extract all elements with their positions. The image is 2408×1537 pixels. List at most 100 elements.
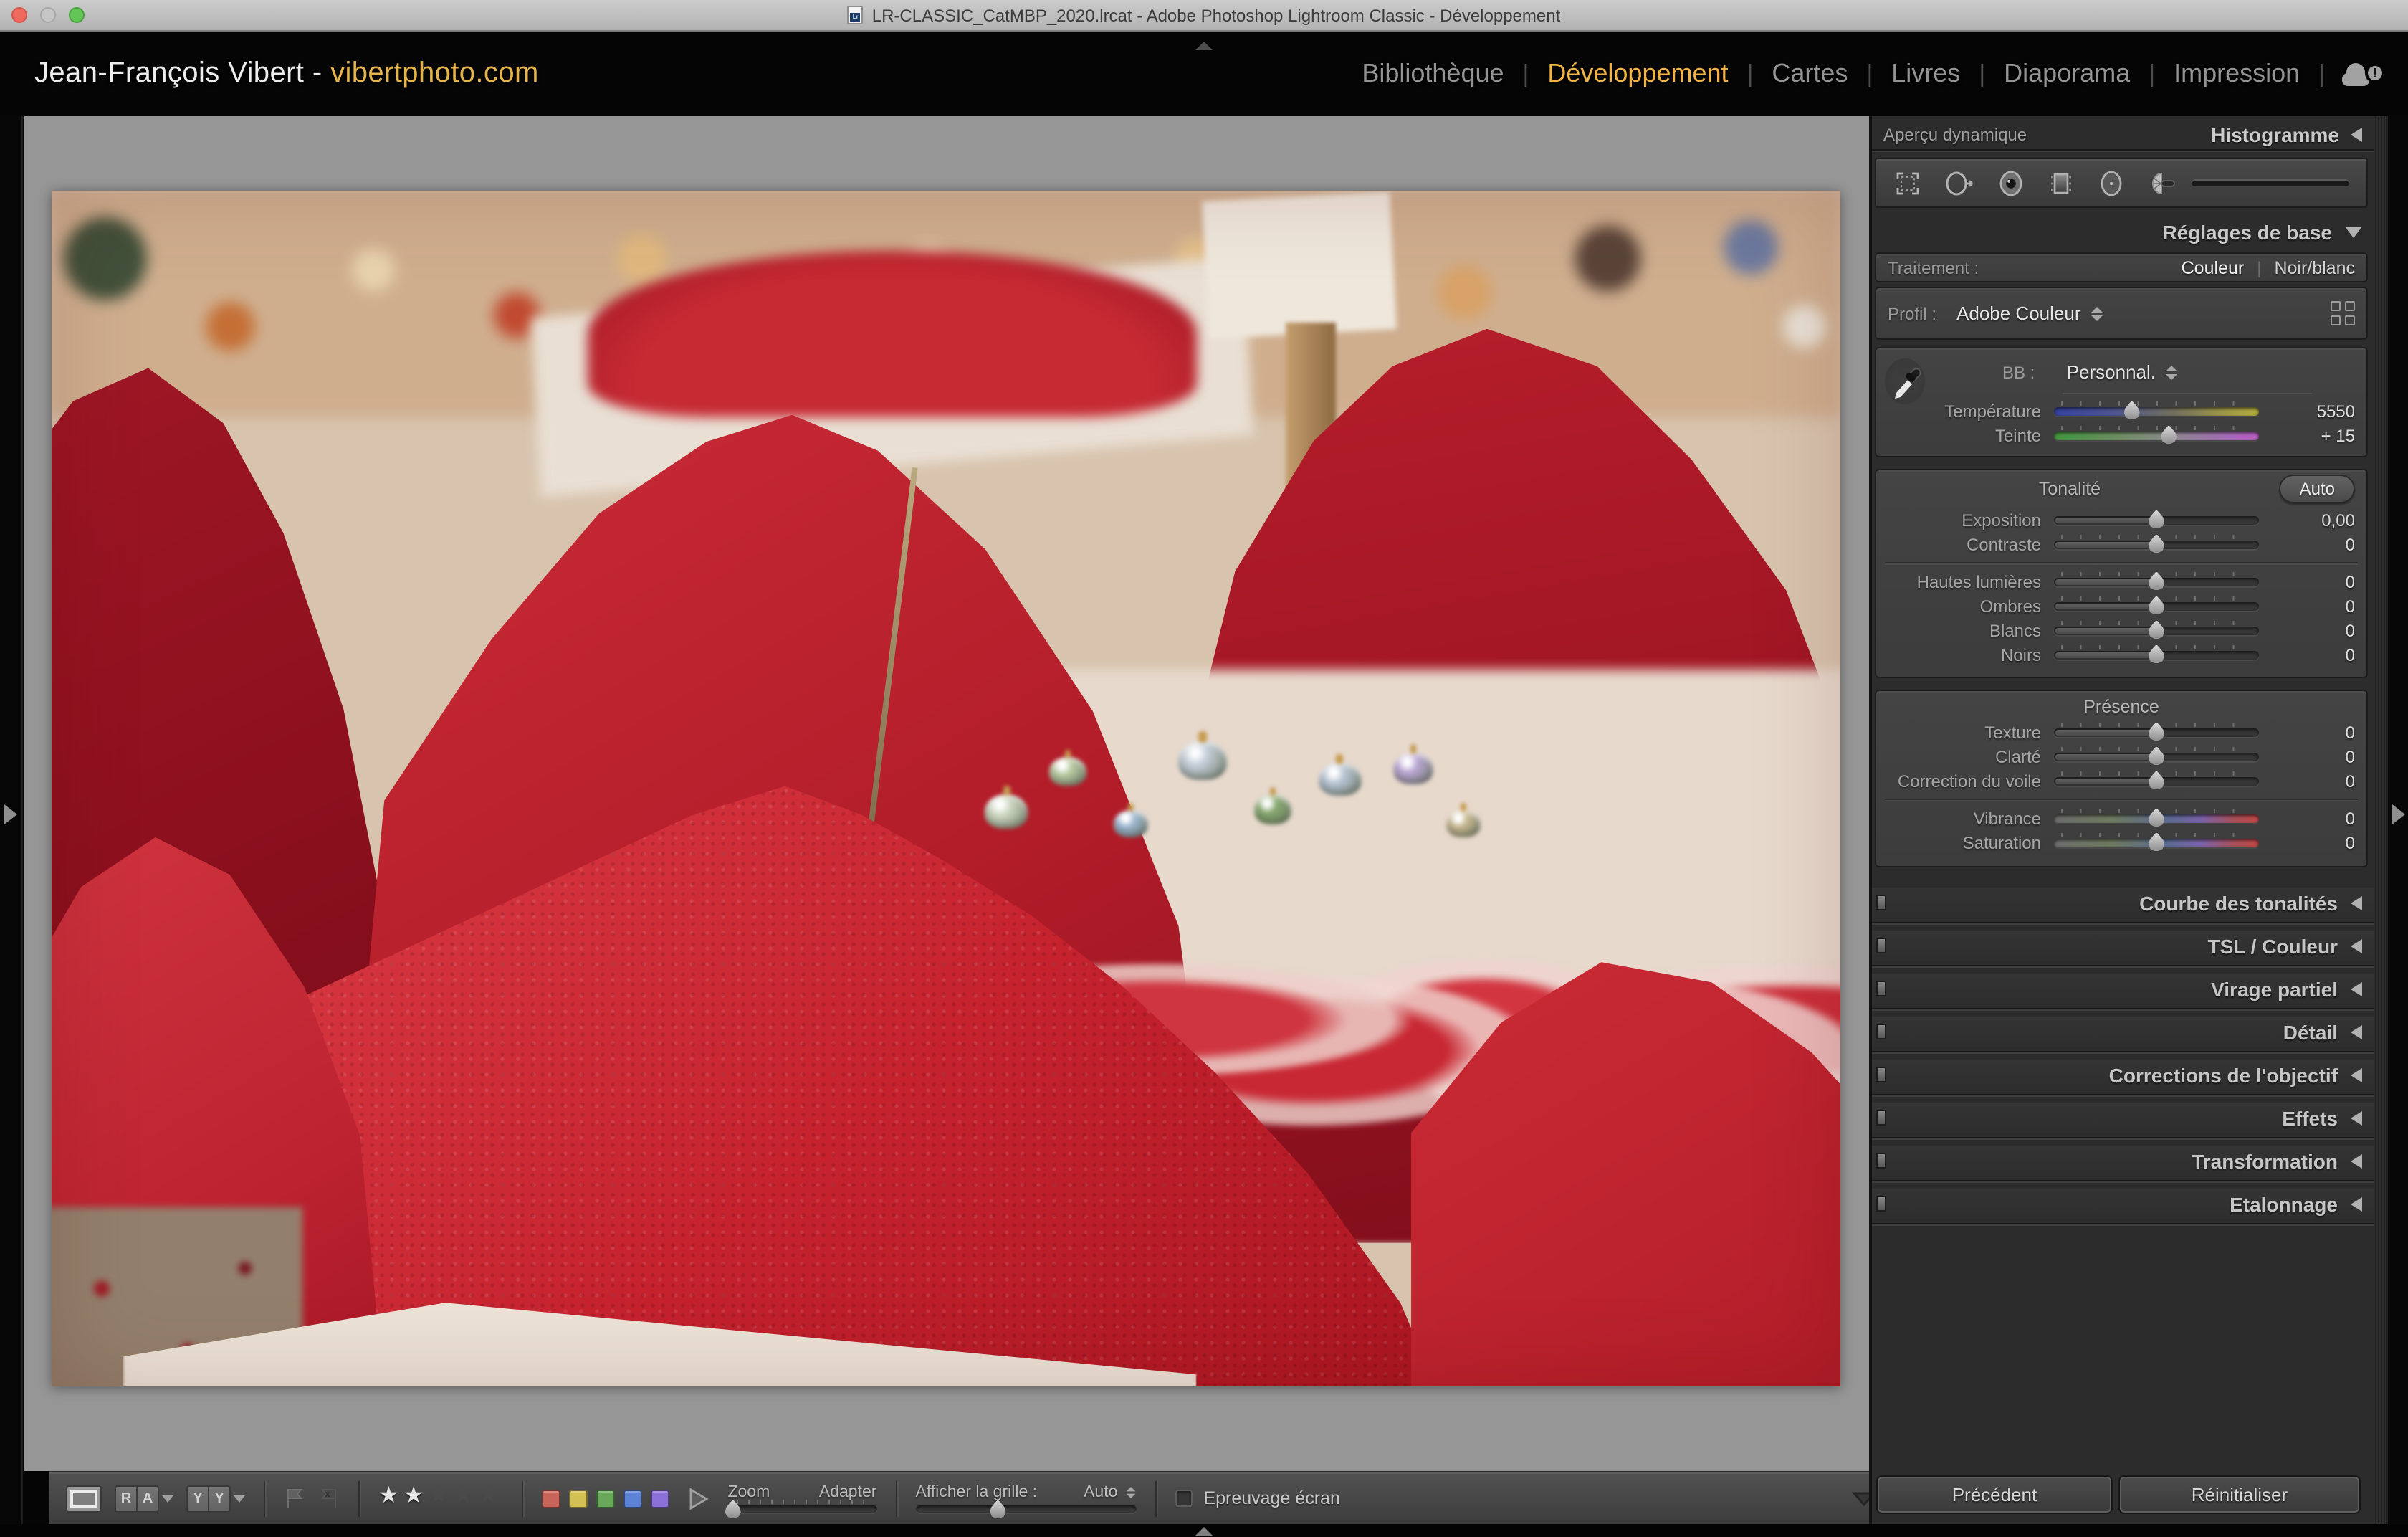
collapsed-arrow-icon[interactable] [2351, 1110, 2362, 1125]
panel-section-corrections-de-l-objectif[interactable]: Corrections de l'objectif [1872, 1060, 2374, 1090]
slider-value[interactable]: 0 [2259, 571, 2366, 591]
slider-value[interactable]: 0 [2259, 534, 2366, 554]
color-label-red[interactable] [541, 1489, 560, 1508]
slider-value[interactable]: 0 [2259, 832, 2366, 852]
slider-track[interactable] [2054, 626, 2259, 634]
panel-toggle-switch[interactable] [1876, 938, 1886, 953]
fit-label[interactable]: Adapter [819, 1484, 877, 1501]
grid-size-slider[interactable] [915, 1505, 1136, 1513]
smart-preview-status[interactable]: Aperçu dynamique [1883, 125, 2027, 145]
slider-value[interactable]: 0 [2259, 722, 2366, 742]
grid-mode-select[interactable]: Auto [1084, 1484, 1136, 1501]
spot-removal-tool-icon[interactable] [1944, 168, 1975, 197]
slider-track[interactable] [2054, 431, 2259, 439]
slider-value[interactable]: 0 [2259, 808, 2366, 828]
auto-tone-button[interactable]: Auto [2280, 475, 2355, 503]
before-after-split-button[interactable]: YY [186, 1485, 231, 1512]
collapsed-arrow-icon[interactable] [2351, 981, 2362, 996]
crop-tool-icon[interactable] [1893, 168, 1922, 197]
panel-toggle-switch[interactable] [1876, 981, 1886, 996]
histogram-header[interactable]: Aperçu dynamique Histogramme [1872, 116, 2374, 149]
slider-track[interactable] [2054, 650, 2259, 659]
slider-track[interactable] [2054, 515, 2259, 524]
color-label-green[interactable] [596, 1489, 614, 1508]
left-panel-strip[interactable] [0, 116, 23, 1524]
slider-value[interactable]: 0 [2259, 620, 2366, 640]
star-1[interactable]: ★ [378, 1484, 403, 1508]
slider-track[interactable] [2054, 540, 2259, 548]
pick-flag-icon[interactable] [284, 1488, 305, 1509]
color-label-blue[interactable] [623, 1489, 641, 1508]
sync-cloud-icon[interactable]: ! [2342, 62, 2385, 86]
panel-section-tsl-couleur[interactable]: TSL / Couleur [1872, 931, 2374, 961]
chevron-down-icon[interactable] [162, 1495, 173, 1502]
red-eye-tool-icon[interactable] [1997, 168, 2025, 197]
collapse-right-panel-arrow-icon[interactable] [2392, 804, 2405, 824]
collapsed-arrow-icon[interactable] [2351, 1024, 2362, 1039]
loupe-view-button[interactable] [66, 1485, 102, 1512]
soft-proofing-checkbox[interactable] [1175, 1490, 1192, 1507]
radial-filter-tool-icon[interactable] [2097, 168, 2126, 197]
profile-browser-grid-icon[interactable] [2331, 301, 2355, 325]
panel-section-transformation[interactable]: Transformation [1872, 1146, 2374, 1176]
module-tab-livres[interactable]: Livres [1873, 59, 1979, 89]
slider-value[interactable]: 0 [2259, 644, 2366, 665]
zoom-slider[interactable] [727, 1505, 876, 1513]
panel-scrollbar[interactable] [2374, 116, 2388, 1524]
panel-section-effets[interactable]: Effets [1872, 1103, 2374, 1133]
slider-thumb[interactable] [2149, 510, 2164, 528]
panel-section-virage-partiel[interactable]: Virage partiel [1872, 974, 2374, 1004]
panel-toggle-switch[interactable] [1876, 1024, 1886, 1039]
slider-track[interactable] [2054, 406, 2259, 415]
star-2[interactable]: ★ [403, 1484, 429, 1508]
zoom-label[interactable]: Zoom [727, 1484, 770, 1501]
collapsed-arrow-icon[interactable] [2351, 895, 2362, 910]
panel-toggle-switch[interactable] [1876, 1196, 1886, 1212]
module-tab-cartes[interactable]: Cartes [1753, 59, 1866, 89]
previous-button[interactable]: Précédent [1878, 1477, 2111, 1513]
play-slideshow-icon[interactable] [687, 1486, 709, 1510]
reset-button[interactable]: Réinitialiser [2120, 1477, 2359, 1513]
profile-updown-icon[interactable] [2091, 306, 2103, 320]
expanded-arrow-icon[interactable] [2345, 227, 2362, 238]
slider-track[interactable] [2054, 752, 2259, 761]
expand-left-panel-arrow-icon[interactable] [4, 804, 17, 824]
treatment-color-option[interactable]: Couleur [2182, 257, 2245, 277]
collapsed-arrow-icon[interactable] [2351, 1153, 2362, 1168]
slider-track[interactable] [2054, 814, 2259, 822]
panel-section-courbe-des-tonalites[interactable]: Courbe des tonalités [1872, 888, 2374, 918]
adjustment-brush-tool-icon[interactable] [2147, 168, 2179, 197]
slider-value[interactable]: 5550 [2259, 401, 2366, 421]
fullscreen-window-button[interactable] [69, 7, 85, 23]
panel-toggle-switch[interactable] [1876, 895, 1886, 910]
color-label-yellow[interactable] [568, 1489, 587, 1508]
slider-track[interactable] [2054, 577, 2259, 586]
chevron-down-icon[interactable] [234, 1495, 245, 1502]
photo-canvas[interactable] [52, 191, 1840, 1386]
basic-panel-header[interactable]: Réglages de base [1872, 215, 2374, 249]
panel-toggle-switch[interactable] [1876, 1153, 1886, 1169]
slider-value[interactable]: 0,00 [2259, 510, 2366, 530]
collapse-top-panel-arrow-icon[interactable] [1195, 42, 1213, 50]
collapse-left-arrow-icon[interactable] [2351, 128, 2362, 142]
slider-track[interactable] [2054, 728, 2259, 736]
treatment-bw-option[interactable]: Noir/blanc [2274, 257, 2355, 277]
white-balance-select[interactable]: Personnal. [2067, 361, 2177, 383]
module-tab-diaporama[interactable]: Diaporama [1985, 59, 2149, 89]
star-5[interactable]: ★ [478, 1484, 503, 1508]
profile-value[interactable]: Adobe Couleur [1956, 303, 2080, 324]
reject-flag-icon[interactable]: x [318, 1488, 340, 1509]
slider-value[interactable]: + 15 [2259, 425, 2366, 445]
module-tab-bibliotheque[interactable]: Bibliothèque [1343, 59, 1522, 89]
panel-toggle-switch[interactable] [1876, 1110, 1886, 1126]
filmstrip-collapsed-bar[interactable] [0, 1524, 2408, 1537]
right-panel-strip[interactable] [2388, 116, 2408, 1524]
panel-section-detail[interactable]: Détail [1872, 1017, 2374, 1047]
slider-track[interactable] [2054, 776, 2259, 785]
star-rating[interactable]: ★★★★★ [378, 1485, 502, 1508]
minimize-window-button[interactable] [40, 7, 56, 23]
module-tab-developpement[interactable]: Développement [1529, 59, 1747, 89]
before-after-left-right-button[interactable]: RA [115, 1485, 159, 1512]
slider-value[interactable]: 0 [2259, 746, 2366, 766]
slider-track[interactable] [2054, 838, 2259, 847]
